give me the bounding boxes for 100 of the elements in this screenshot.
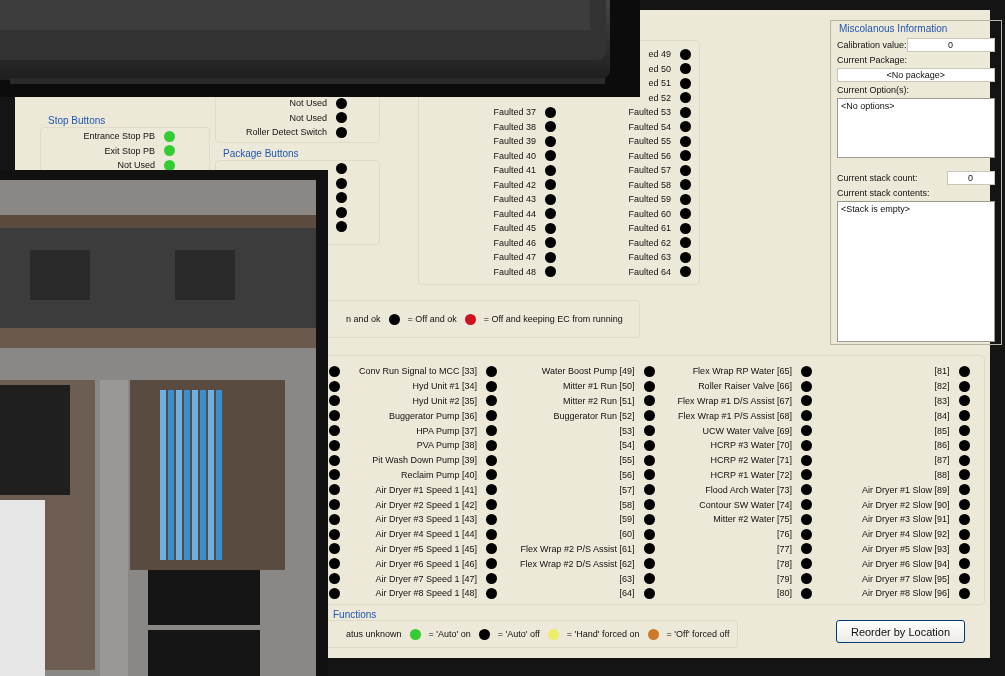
signal-label: Faulted 55 (628, 136, 671, 147)
signal-label: Conv Run Signal to MCC [33] (358, 366, 477, 377)
signal-label: Faulted 38 (493, 121, 536, 132)
signal-label: Air Dryer #6 Slow [94] (861, 558, 950, 569)
signal-label: Air Dryer #8 Slow [96] (861, 588, 950, 599)
signal-label: Reclaim Pump [40] (400, 469, 477, 480)
signal-label: [53] (619, 425, 635, 436)
signal-label: Air Dryer #4 Speed 1 [44] (375, 529, 477, 540)
signal-label: Entrance Stop PB (83, 131, 155, 142)
signal-label: Faulted 53 (628, 107, 671, 118)
signal-label: Faulted 58 (628, 179, 671, 190)
input-field[interactable]: <No package> (837, 68, 995, 82)
signal-label: Faulted 59 (628, 194, 671, 205)
text-area[interactable]: <Stack is empty> (837, 201, 995, 342)
signal-label: Mitter #2 Run [51] (562, 396, 635, 406)
signal-label: HPA Pump [37] (416, 425, 477, 436)
field-label: Current Package: (837, 55, 909, 65)
signal-label: [76] (777, 529, 792, 540)
signal-label: [79] (777, 573, 792, 584)
signal-label: [78] (777, 558, 792, 569)
signal-label: ed 51 (648, 78, 671, 89)
legend-text: = 'Off' forced off (666, 629, 730, 639)
signal-label: Faulted 45 (493, 223, 536, 234)
signal-label: HCRP #3 Water [70] (710, 440, 792, 451)
signal-label: Flex Wrap #2 P/S Assist [61] (520, 543, 635, 554)
signal-label: Faulted 44 (493, 208, 536, 219)
signal-label: Exit Stop PB (104, 145, 155, 156)
field-label: Current Option(s): (837, 85, 911, 95)
signal-label: Faulted 54 (628, 121, 671, 132)
signal-label: Air Dryer #2 Speed 1 [42] (375, 499, 477, 510)
legend-text: = Off and ok (407, 314, 457, 324)
signal-label: PVA Pump [38] (416, 440, 477, 451)
signal-label: Air Dryer #5 Speed 1 [45] (375, 543, 477, 554)
field-label: Current stack contents: (837, 188, 931, 198)
signal-label: Air Dryer #3 Speed 1 [43] (375, 514, 477, 525)
signal-label: [54] (619, 440, 635, 451)
signal-label: Air Dryer #1 Speed 1 [41] (375, 484, 477, 495)
signal-label: [81] (934, 366, 950, 377)
signal-label: Faulted 63 (628, 252, 671, 263)
signal-label: [88] (934, 469, 950, 480)
signal-label: Mitter #2 Water [75] (713, 514, 792, 525)
signal-label: Flex Wrap #2 D/S Assist [62] (520, 558, 635, 569)
signal-label: ed 49 (648, 49, 671, 60)
signal-label: ed 50 (648, 63, 671, 74)
signal-label: [80] (777, 588, 792, 599)
signal-label: Faulted 64 (628, 266, 671, 277)
signal-label: [58] (619, 499, 635, 510)
signal-label: [56] (619, 469, 635, 480)
signal-label: Hyd Unit #1 [34] (412, 381, 477, 392)
signal-label: ed 52 (648, 92, 671, 103)
legend-text: atus unknown (346, 629, 402, 639)
signal-label: Buggerator Run [52] (553, 410, 635, 421)
signal-label: [84] (934, 410, 950, 421)
input-field[interactable]: 0 (906, 38, 995, 52)
signal-label: Faulted 48 (493, 266, 536, 277)
text-area[interactable]: <No options> (837, 98, 995, 158)
signal-label: [59] (619, 514, 635, 525)
signal-label: Faulted 41 (493, 165, 536, 176)
legend-text: n and ok (346, 314, 381, 324)
signal-label: [77] (777, 543, 792, 554)
field-label: Current stack count: (837, 173, 918, 183)
signal-label: Contour SW Water [74] (699, 499, 792, 510)
signal-label: [86] (934, 440, 950, 451)
signal-label: HCRP #2 Water [71] (710, 455, 792, 466)
signal-label: Faulted 62 (628, 237, 671, 248)
reorder-button[interactable]: Reorder by Location (835, 620, 965, 643)
signal-label: Faulted 42 (493, 179, 536, 190)
signal-label: Faulted 56 (628, 150, 671, 161)
signal-label: Faulted 43 (493, 194, 536, 205)
signal-label: Air Dryer #4 Slow [92] (861, 529, 950, 540)
signal-label: Air Dryer #8 Speed 1 [48] (375, 588, 477, 599)
signal-label: Flex Wrap RP Water [65] (692, 366, 792, 377)
signal-label: Hyd Unit #2 [35] (412, 396, 477, 406)
signal-label: HCRP #1 Water [72] (710, 469, 792, 480)
signal-label: [57] (619, 484, 635, 495)
signal-label: [82] (934, 381, 950, 392)
signal-label: Water Boost Pump [49] (541, 366, 635, 377)
group-title: Stop Buttons (47, 115, 107, 127)
signal-label: Buggerator Pump [36] (388, 410, 477, 421)
panel-title: Miscolanous Information (838, 23, 949, 35)
signal-label: Pit Wash Down Pump [39] (372, 455, 477, 466)
signal-label: Faulted 40 (493, 150, 536, 161)
legend-text: = 'Hand' forced on (566, 629, 640, 639)
group-title: Functions (332, 610, 378, 620)
signal-label: Not Used (117, 160, 155, 171)
legend-text: = 'Auto' off (497, 629, 540, 639)
input-field[interactable]: 0 (946, 171, 995, 185)
signal-label: Not Used (289, 112, 327, 123)
signal-label: [83] (934, 396, 950, 406)
signal-label: Flood Arch Water [73] (705, 484, 792, 495)
signal-label: [55] (619, 455, 635, 466)
signal-label: Roller Raiser Valve [66] (698, 381, 792, 392)
signal-label: [60] (619, 529, 635, 540)
signal-label: Air Dryer #7 Speed 1 [47] (375, 573, 477, 584)
signal-label: Air Dryer #2 Slow [90] (861, 499, 950, 510)
field-label: Calibration value: (837, 40, 907, 50)
signal-label: Air Dryer #7 Slow [95] (861, 573, 950, 584)
legend-text: = 'Auto' on (428, 629, 471, 639)
signal-label: [63] (619, 573, 635, 584)
signal-label: Air Dryer #3 Slow [91] (861, 514, 950, 525)
